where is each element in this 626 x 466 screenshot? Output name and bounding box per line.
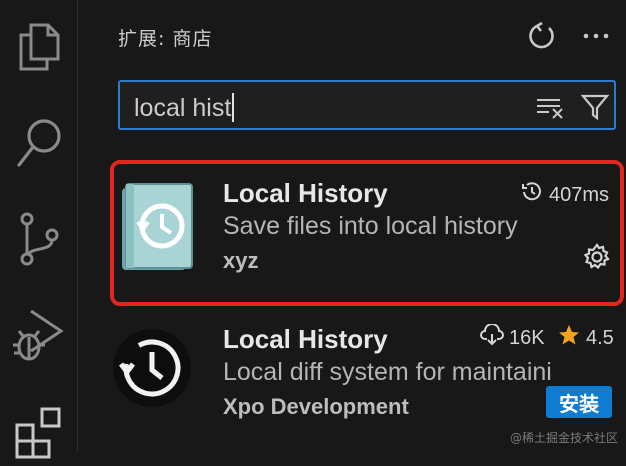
rating: 4.5 — [558, 324, 614, 352]
refresh-icon[interactable] — [526, 20, 558, 52]
filter-icon[interactable] — [580, 92, 610, 122]
extensions-sidebar: 扩展: 商店 local hist Local History Save fil… — [78, 0, 626, 452]
star-icon — [558, 324, 580, 352]
highlight-box — [110, 160, 624, 306]
install-button[interactable]: 安装 — [546, 386, 612, 418]
source-control-icon[interactable] — [0, 204, 78, 274]
activity-bar — [0, 0, 78, 459]
clock-icon — [112, 328, 192, 413]
rating-value: 4.5 — [586, 326, 614, 349]
clear-filter-icon[interactable] — [536, 92, 566, 122]
download-count-value: 16K — [509, 326, 545, 349]
download-count: 16K — [480, 323, 545, 352]
extension-description: Local diff system for maintaini — [223, 358, 552, 386]
search-icon[interactable] — [0, 108, 78, 178]
text-caret — [232, 93, 235, 122]
extension-publisher: Xpo Development — [223, 394, 409, 419]
sidebar-title: 扩展: 商店 — [118, 28, 213, 50]
more-icon[interactable] — [580, 20, 612, 52]
watermark: @稀土掘金技术社区 — [509, 431, 618, 445]
cloud-download-icon — [480, 323, 504, 352]
extensions-icon[interactable] — [0, 396, 78, 466]
extension-name: Local History — [223, 324, 388, 354]
search-input-value[interactable]: local hist — [134, 94, 231, 122]
search-input[interactable]: local hist — [118, 80, 616, 130]
run-debug-icon[interactable] — [0, 300, 78, 370]
explorer-icon[interactable] — [0, 12, 78, 82]
